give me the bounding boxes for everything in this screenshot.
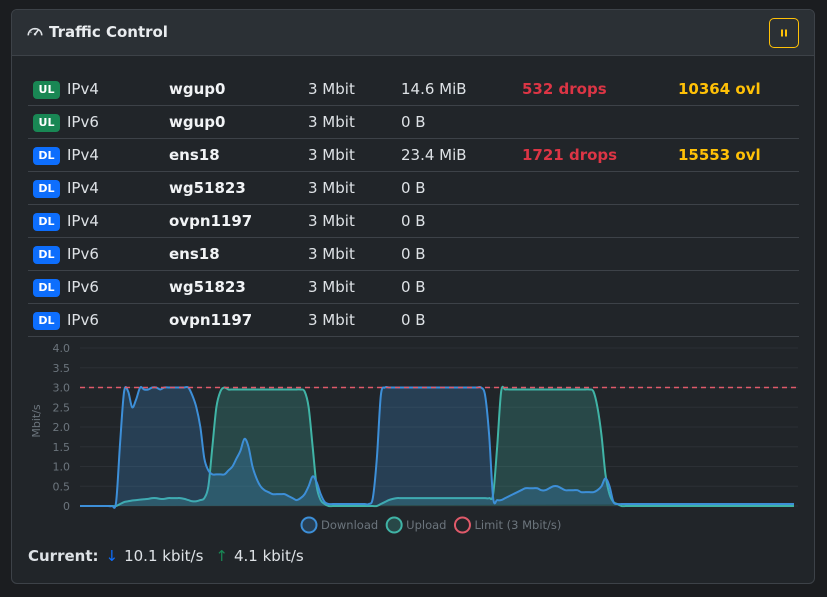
protocol-cell: IPv6: [67, 311, 99, 329]
y-tick-label: 3.5: [53, 362, 71, 375]
card-header: Traffic Control: [12, 10, 814, 56]
y-axis-label: Mbit/s: [30, 404, 43, 438]
interface-cell: ens18: [169, 245, 220, 263]
legend-download-label: Download: [321, 518, 378, 532]
title-wrap: Traffic Control: [26, 23, 168, 41]
legend-download-marker: [300, 516, 318, 534]
chart-svg: 0 0.5 1.0 1.5 2.0 2.5 3.0 3.5 4.0 Mbit/s Download U…: [30, 342, 798, 534]
current-upload-value: 4.1 kbit/s: [233, 547, 304, 565]
speedometer-icon: [27, 27, 43, 36]
table-row: UL IPv4 wgup0 3 Mbit 14.6 MiB 532 drops 10364 …: [28, 73, 799, 106]
table-row: DL IPv4 ovpn1197 3 Mbit 0 B: [28, 205, 799, 238]
bytes-cell: 0 B: [401, 113, 426, 131]
rate-cell: 3 Mbit: [308, 311, 355, 329]
bytes-cell: 0 B: [401, 212, 426, 230]
table-row: DL IPv6 ens18 3 Mbit 0 B: [28, 238, 799, 271]
current-rates: Current: ↓ 10.1 kbit/s ↑ 4.1 kbit/s: [28, 547, 304, 565]
rate-cell: 3 Mbit: [308, 80, 355, 98]
tc-table: UL IPv4 wgup0 3 Mbit 14.6 MiB 532 drops 10364 …: [28, 73, 799, 337]
interface-cell: ovpn1197: [169, 311, 253, 329]
rate-cell: 3 Mbit: [308, 146, 355, 164]
y-tick-label: 1.5: [53, 441, 71, 454]
direction-badge: DL: [33, 246, 60, 264]
legend-upload-label: Upload: [406, 518, 446, 532]
y-tick-label: 0.5: [53, 480, 71, 493]
table-row: DL IPv6 ovpn1197 3 Mbit 0 B: [28, 304, 799, 337]
pause-button[interactable]: [769, 18, 799, 48]
protocol-cell: IPv4: [67, 80, 99, 98]
y-tick-label: 0: [63, 500, 70, 513]
direction-badge: UL: [33, 114, 60, 132]
direction-badge: DL: [33, 180, 60, 198]
pause-icon: [781, 29, 787, 37]
rate-cell: 3 Mbit: [308, 245, 355, 263]
direction-badge: DL: [33, 312, 60, 330]
interface-cell: wgup0: [169, 113, 226, 131]
table-row: DL IPv4 ens18 3 Mbit 23.4 MiB 1721 drops 15553…: [28, 139, 799, 172]
protocol-cell: IPv6: [67, 113, 99, 131]
bytes-cell: 0 B: [401, 179, 426, 197]
rate-cell: 3 Mbit: [308, 179, 355, 197]
bytes-cell: 0 B: [401, 278, 426, 296]
interface-cell: ens18: [169, 146, 220, 164]
y-tick-label: 2.5: [53, 401, 71, 414]
y-tick-label: 2.0: [53, 421, 71, 434]
direction-badge: DL: [33, 279, 60, 297]
protocol-cell: IPv6: [67, 278, 99, 296]
current-download-value: 10.1 kbit/s: [124, 547, 204, 565]
direction-badge: UL: [33, 81, 60, 99]
bytes-cell: 14.6 MiB: [401, 80, 467, 98]
protocol-cell: IPv6: [67, 245, 99, 263]
table-row: UL IPv6 wgup0 3 Mbit 0 B: [28, 106, 799, 139]
card-title: Traffic Control: [49, 23, 168, 41]
bytes-cell: 0 B: [401, 311, 426, 329]
table-row: DL IPv6 wg51823 3 Mbit 0 B: [28, 271, 799, 304]
protocol-cell: IPv4: [67, 179, 99, 197]
interface-cell: ovpn1197: [169, 212, 253, 230]
traffic-control-card: Traffic Control UL IPv4 wgup0 3 Mbit 14.6 Mi…: [11, 9, 815, 584]
rate-cell: 3 Mbit: [308, 113, 355, 131]
bandwidth-chart: 0 0.5 1.0 1.5 2.0 2.5 3.0 3.5 4.0 Mbit/s Download U…: [28, 340, 803, 540]
table-row: DL IPv4 wg51823 3 Mbit 0 B: [28, 172, 799, 205]
interface-cell: wg51823: [169, 179, 246, 197]
arrow-up-icon: ↑: [215, 547, 228, 565]
interface-cell: wg51823: [169, 278, 246, 296]
rate-cell: 3 Mbit: [308, 212, 355, 230]
bytes-cell: 23.4 MiB: [401, 146, 467, 164]
legend-limit-label: Limit (3 Mbit/s): [474, 518, 561, 532]
y-tick-label: 1.0: [53, 461, 71, 474]
legend-limit-marker: [453, 516, 471, 534]
legend-upload-marker: [385, 516, 403, 534]
arrow-down-icon: ↓: [105, 547, 119, 565]
direction-badge: DL: [33, 213, 60, 231]
drops-cell: 532 drops: [522, 80, 607, 98]
protocol-cell: IPv4: [67, 212, 99, 230]
protocol-cell: IPv4: [67, 146, 99, 164]
rate-cell: 3 Mbit: [308, 278, 355, 296]
direction-badge: DL: [33, 147, 60, 165]
bytes-cell: 0 B: [401, 245, 426, 263]
overlimit-cell: 10364 ovl: [678, 80, 761, 98]
y-tick-label: 4.0: [53, 342, 71, 355]
interface-cell: wgup0: [169, 80, 226, 98]
drops-cell: 1721 drops: [522, 146, 618, 164]
y-tick-label: 3.0: [53, 382, 71, 395]
current-label: Current:: [28, 547, 99, 565]
overlimit-cell: 15553 ovl: [678, 146, 761, 164]
download-area: [80, 386, 794, 508]
